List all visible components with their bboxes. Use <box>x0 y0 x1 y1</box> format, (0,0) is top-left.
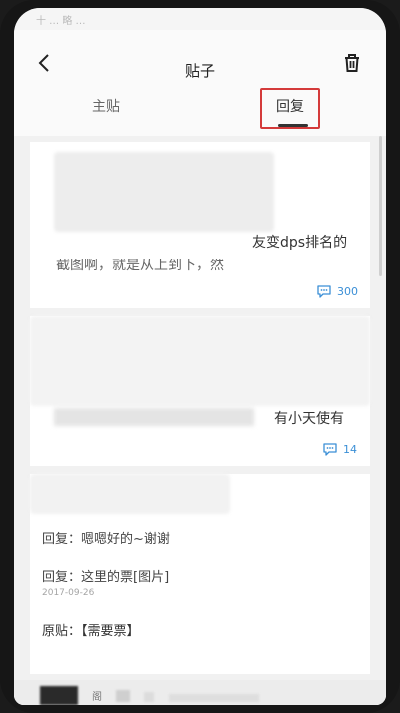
status-bar: 十 … 略 … <box>14 8 386 30</box>
post-text-line: 截图啊，就是从上到下，然 <box>56 257 224 273</box>
comment-count-value: 14 <box>343 442 357 456</box>
phone-frame: 十 … 略 … 贴子 主贴 回复 友变dps排名的 截图啊，就是从上到下，然 3… <box>0 0 400 713</box>
reply-text: 回复：这里的票[图片] <box>42 570 170 585</box>
post-card[interactable]: 有小天使有 14 <box>30 316 370 466</box>
comment-count-value: 300 <box>337 284 358 298</box>
bottom-bar: 阁 <box>14 680 386 705</box>
post-text-line: 友变dps排名的 <box>252 235 348 251</box>
blurred-region <box>116 690 130 702</box>
reply-card[interactable]: 回复：嗯嗯好的~谢谢 回复：这里的票[图片] 2017-09-26 原贴：【需要… <box>30 474 370 674</box>
original-post-text: 原贴：【需要票】 <box>42 624 140 639</box>
status-text: 十 … 略 … <box>36 16 86 27</box>
delete-button[interactable] <box>339 50 365 76</box>
highlight-annotation-box <box>260 88 320 129</box>
blurred-text <box>54 408 254 426</box>
blurred-region <box>54 152 274 232</box>
comment-icon <box>323 443 337 456</box>
post-text-line: 有小天使有 <box>274 411 344 427</box>
bottom-bar-text: 阁 <box>92 692 102 703</box>
blurred-region <box>144 692 154 702</box>
header: 贴子 <box>14 30 386 92</box>
replies-list: 友变dps排名的 截图啊，就是从上到下，然 300 有小天使有 14 回复：嗯嗯… <box>14 136 386 705</box>
scrollbar[interactable] <box>379 136 382 276</box>
tab-main-post[interactable]: 主贴 <box>92 96 120 116</box>
blurred-region <box>40 686 78 705</box>
post-card[interactable]: 友变dps排名的 截图啊，就是从上到下，然 300 <box>30 142 370 308</box>
page-title: 贴子 <box>184 62 215 80</box>
screen: 十 … 略 … 贴子 主贴 回复 友变dps排名的 截图啊，就是从上到下，然 3… <box>14 8 386 705</box>
reply-text: 回复：嗯嗯好的~谢谢 <box>42 532 170 547</box>
blurred-region <box>30 474 230 514</box>
comment-icon <box>317 285 331 298</box>
comment-count[interactable]: 14 <box>322 442 357 456</box>
blurred-region <box>30 316 370 406</box>
reply-date: 2017-09-26 <box>42 588 95 598</box>
tab-bar: 主贴 回复 <box>14 88 386 136</box>
trash-icon <box>345 54 359 72</box>
comment-count[interactable]: 300 <box>316 284 358 298</box>
blurred-region <box>169 694 259 702</box>
